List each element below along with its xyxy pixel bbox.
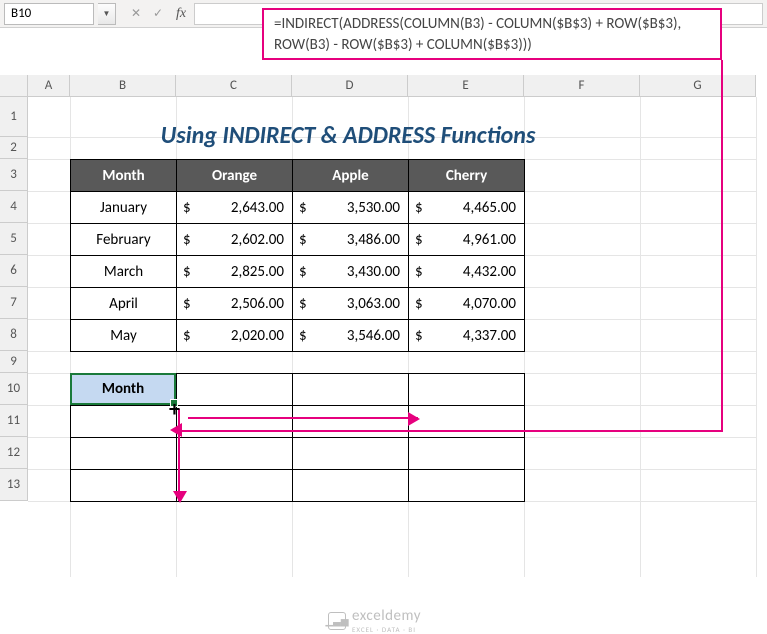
cell[interactable] — [409, 374, 525, 406]
row-header-7[interactable]: 7 — [0, 287, 28, 319]
row-header-8[interactable]: 8 — [0, 319, 28, 351]
cell[interactable] — [409, 470, 525, 502]
row-header-2[interactable]: 2 — [0, 137, 28, 159]
spreadsheet-grid: A B C D E F G 1 2 3 4 5 6 7 8 9 10 11 12… — [0, 75, 767, 570]
name-box-dropdown[interactable]: ▼ — [98, 3, 116, 25]
connector-arrowhead-icon — [170, 423, 182, 437]
data-table: Month Orange Apple Cherry January2,643.0… — [70, 159, 525, 352]
fill-cursor-icon: + — [169, 395, 180, 422]
formula-line-1: =INDIRECT(ADDRESS(COLUMN(B3) - COLUMN($B… — [274, 14, 710, 35]
watermark-icon: ▁▃▅ — [328, 612, 346, 630]
cell-apple[interactable]: 3,430.00 — [293, 256, 409, 288]
cell-cherry[interactable]: 4,432.00 — [409, 256, 525, 288]
row-header-13[interactable]: 13 — [0, 469, 28, 501]
column-headers: A B C D E F G — [28, 75, 767, 97]
cell-cherry[interactable]: 4,961.00 — [409, 224, 525, 256]
header-orange[interactable]: Orange — [177, 160, 293, 192]
enter-icon[interactable]: ✓ — [148, 4, 168, 24]
col-header-A[interactable]: A — [28, 75, 70, 97]
row-header-4[interactable]: 4 — [0, 191, 28, 223]
header-cherry[interactable]: Cherry — [409, 160, 525, 192]
formula-buttons: ✕ ✓ — [126, 4, 168, 24]
table-row: January2,643.003,530.004,465.00 — [71, 192, 525, 224]
cell[interactable] — [71, 406, 177, 438]
cell-month[interactable]: March — [71, 256, 177, 288]
formula-callout: =INDIRECT(ADDRESS(COLUMN(B3) - COLUMN($B… — [262, 8, 722, 60]
cell[interactable] — [177, 406, 293, 438]
cell-month[interactable]: April — [71, 288, 177, 320]
cell[interactable] — [293, 406, 409, 438]
cell-cherry[interactable]: 4,070.00 — [409, 288, 525, 320]
row-header-9[interactable]: 9 — [0, 351, 28, 373]
cells-area[interactable]: Using INDIRECT & ADDRESS Functions Month… — [28, 97, 756, 577]
cell-cherry[interactable]: 4,337.00 — [409, 320, 525, 352]
connector-vertical — [721, 60, 723, 430]
selected-cell-value: Month — [102, 380, 144, 398]
table-row: February2,602.003,486.004,961.00 — [71, 224, 525, 256]
col-header-F[interactable]: F — [524, 75, 640, 97]
header-month[interactable]: Month — [71, 160, 177, 192]
page-title: Using INDIRECT & ADDRESS Functions — [98, 121, 598, 150]
name-box-value: B10 — [11, 6, 31, 21]
fx-icon[interactable]: fx — [176, 6, 186, 22]
header-apple[interactable]: Apple — [293, 160, 409, 192]
cell[interactable] — [177, 374, 293, 406]
cell[interactable] — [293, 438, 409, 470]
col-header-C[interactable]: C — [176, 75, 292, 97]
row-header-3[interactable]: 3 — [0, 159, 28, 191]
table-row: May2,020.003,546.004,337.00 — [71, 320, 525, 352]
cell-month[interactable]: May — [71, 320, 177, 352]
table-row: April2,506.003,063.004,070.00 — [71, 288, 525, 320]
watermark-brand: exceldemy — [352, 607, 421, 625]
cell[interactable] — [409, 406, 525, 438]
watermark-tagline: EXCEL · DATA · BI — [352, 625, 421, 634]
cell[interactable] — [71, 470, 177, 502]
row-header-6[interactable]: 6 — [0, 255, 28, 287]
cell-apple[interactable]: 3,063.00 — [293, 288, 409, 320]
row-header-1[interactable]: 1 — [0, 97, 28, 137]
cell-apple[interactable]: 3,546.00 — [293, 320, 409, 352]
cell[interactable] — [293, 470, 409, 502]
cell[interactable] — [177, 470, 293, 502]
row-header-10[interactable]: 10 — [0, 373, 28, 405]
cell-cherry[interactable]: 4,465.00 — [409, 192, 525, 224]
cell-month[interactable]: January — [71, 192, 177, 224]
name-box[interactable]: B10 — [4, 3, 94, 25]
col-header-B[interactable]: B — [70, 75, 176, 97]
connector-horizontal — [178, 430, 723, 432]
cell[interactable] — [71, 438, 177, 470]
cell-orange[interactable]: 2,020.00 — [177, 320, 293, 352]
cell-apple[interactable]: 3,530.00 — [293, 192, 409, 224]
col-header-D[interactable]: D — [292, 75, 408, 97]
row-header-12[interactable]: 12 — [0, 437, 28, 469]
cell-orange[interactable]: 2,506.00 — [177, 288, 293, 320]
selected-cell[interactable]: Month — [70, 373, 176, 405]
cell[interactable] — [409, 438, 525, 470]
row-header-11[interactable]: 11 — [0, 405, 28, 437]
table-row: March2,825.003,430.004,432.00 — [71, 256, 525, 288]
select-all-corner[interactable] — [0, 75, 28, 97]
drag-arrow-right-icon — [188, 417, 418, 419]
cell-month[interactable]: February — [71, 224, 177, 256]
cell-orange[interactable]: 2,643.00 — [177, 192, 293, 224]
cancel-icon[interactable]: ✕ — [126, 4, 146, 24]
col-header-G[interactable]: G — [640, 75, 756, 97]
col-header-E[interactable]: E — [408, 75, 524, 97]
watermark: ▁▃▅ exceldemy EXCEL · DATA · BI — [328, 607, 421, 634]
formula-line-2: ROW(B3) - ROW($B$3) + COLUMN($B$3))) — [274, 35, 710, 56]
row-header-5[interactable]: 5 — [0, 223, 28, 255]
cell[interactable] — [177, 438, 293, 470]
cell-orange[interactable]: 2,602.00 — [177, 224, 293, 256]
cell[interactable] — [293, 374, 409, 406]
cell-orange[interactable]: 2,825.00 — [177, 256, 293, 288]
cell-apple[interactable]: 3,486.00 — [293, 224, 409, 256]
row-headers: 1 2 3 4 5 6 7 8 9 10 11 12 13 — [0, 97, 28, 501]
